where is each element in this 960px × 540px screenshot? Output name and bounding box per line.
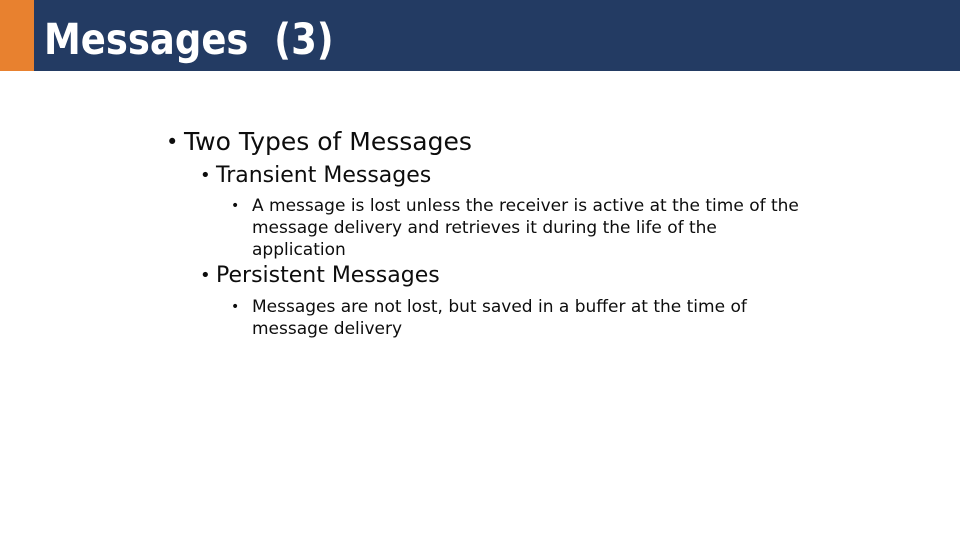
bullet-level2-transient-label: Transient Messages	[216, 163, 432, 188]
slide: Messages (3) • Two Types of Messages • T…	[0, 0, 960, 540]
bullet-level2-persistent: • Persistent Messages	[200, 262, 860, 289]
slide-body: • Two Types of Messages • Transient Mess…	[0, 71, 960, 540]
bullet-level2-transient: • Transient Messages	[200, 162, 860, 189]
bullet-icon: •	[200, 165, 211, 186]
bullet-icon: •	[231, 299, 240, 315]
header-accent-bar	[0, 0, 34, 71]
bullet-icon: •	[231, 198, 240, 214]
bullet-level3-transient-detail: • A message is lost unless the receiver …	[231, 195, 811, 261]
bullet-level1-label: Two Types of Messages	[184, 127, 472, 156]
bullet-level3-persistent-detail: • Messages are not lost, but saved in a …	[231, 296, 811, 340]
bullet-level1-two-types: • Two Types of Messages	[166, 127, 866, 157]
bullet-level2-persistent-label: Persistent Messages	[216, 263, 440, 288]
slide-title: Messages (3)	[44, 15, 334, 65]
bullet-icon: •	[200, 265, 211, 286]
bullet-level3-transient-text: A message is lost unless the receiver is…	[252, 196, 805, 260]
bullet-level3-persistent-text: Messages are not lost, but saved in a bu…	[252, 297, 753, 339]
bullet-icon: •	[166, 130, 179, 154]
slide-header-band: Messages (3)	[0, 0, 960, 71]
